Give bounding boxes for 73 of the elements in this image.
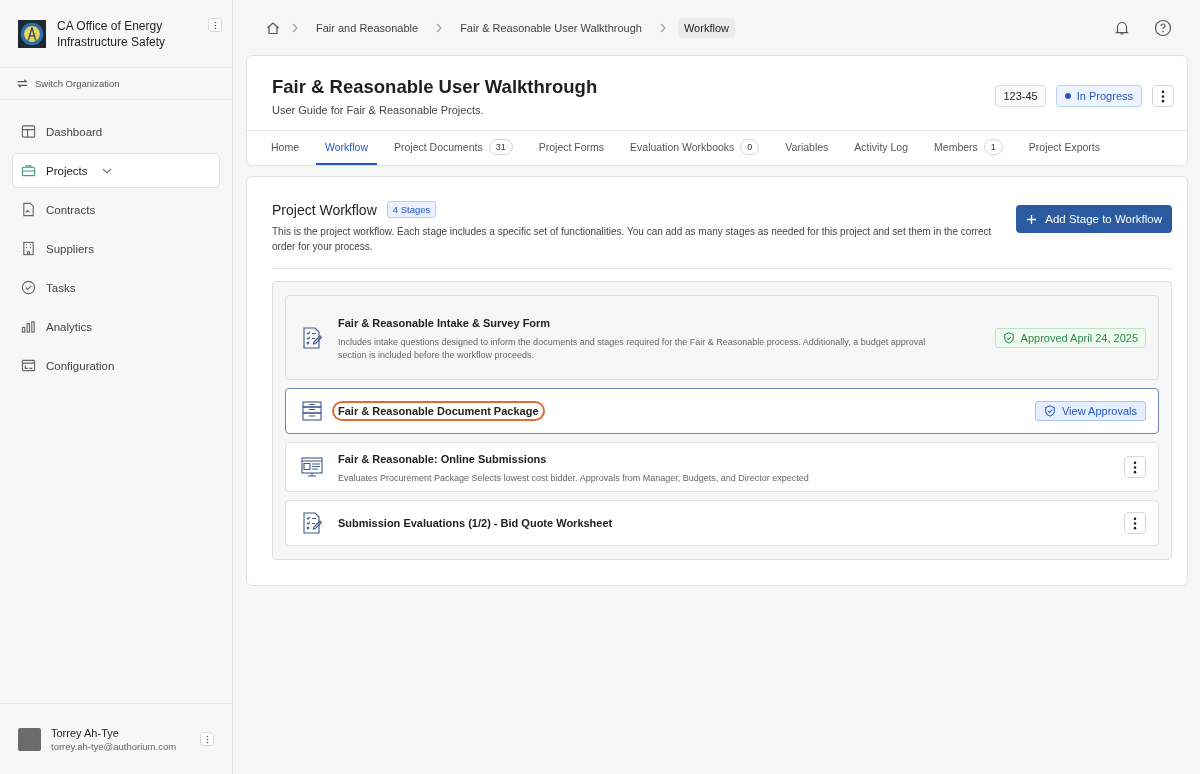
project-title: Fair & Reasonable User Walkthrough — [272, 76, 599, 98]
approved-badge: Approved April 24, 2025 — [994, 327, 1146, 348]
sidebar-nav-item[interactable]: Suppliers — [12, 231, 220, 266]
breadcrumb-link[interactable]: Fair and Reasonable — [310, 17, 425, 38]
tab[interactable]: Project Forms — [529, 131, 614, 165]
document-icon — [21, 202, 36, 217]
sidebar-nav-item[interactable]: Projects — [12, 153, 220, 188]
stage-description: Evaluates Procurement Package Selects lowest cost bidder. Approvals from Manager, Budgets, and Director expected — [338, 472, 809, 485]
check-circle-icon — [21, 280, 36, 295]
sidebar-nav-item[interactable]: Analytics — [12, 309, 220, 344]
chevron-right-icon — [292, 22, 298, 33]
status-dot — [1064, 93, 1071, 99]
tab[interactable]: Project Documents 31 — [385, 131, 522, 165]
sidebar-nav-item[interactable]: Dashboard — [12, 114, 220, 149]
tab[interactable]: Variables — [776, 131, 838, 165]
checklist-form-icon — [300, 511, 324, 535]
stage-count-badge: 4 Stages — [386, 201, 437, 218]
project-subtitle: User Guide for Fair & Reasonable Projects. — [272, 104, 485, 116]
help-icon[interactable] — [1154, 18, 1172, 37]
section-title: Project Workflow — [272, 201, 377, 218]
swap-arrows-icon — [16, 77, 29, 90]
stage-description: Includes intake questions designed to inform the documents and stages required for the Fair & Reasonable process. Additionally, a budget approval section is included before the workflow proceeds. — [338, 336, 927, 362]
workflow-description: This is the project workflow. Each stage includes a specific set of functionalities. You can add as many stages as needed for this project and set them in the correct order for your process. — [272, 225, 993, 254]
tab[interactable]: Project Exports — [1019, 131, 1110, 165]
tab[interactable]: Workflow — [316, 131, 377, 165]
stage-title: Submission Evaluations (1/2) - Bid Quote Worksheet — [337, 516, 614, 531]
project-number: 123-45 — [995, 85, 1046, 107]
chevron-right-icon — [436, 22, 443, 33]
workflow-stage-row[interactable]: Submission Evaluations (1/2) - Bid Quote Worksheet — [285, 500, 1159, 546]
building-icon — [21, 241, 36, 256]
switch-organization-button[interactable]: Switch Organization — [0, 68, 232, 100]
notification-bell-icon[interactable] — [1114, 19, 1130, 36]
stage-menu-button[interactable] — [1124, 456, 1146, 478]
drawer-cabinet-icon — [300, 399, 324, 423]
home-icon[interactable] — [266, 20, 280, 35]
tab[interactable]: Evaluation Workbooks 0 — [621, 131, 769, 165]
vertical-dots-icon — [1133, 460, 1137, 474]
briefcase-icon — [21, 163, 36, 178]
shield-check-icon — [1002, 331, 1015, 344]
workflow-stage-row[interactable] — [285, 295, 1159, 380]
user-photo-placeholder — [18, 727, 41, 751]
tab[interactable]: Members 1 — [925, 131, 1012, 165]
stage-title: Fair & Reasonable Document Package — [332, 401, 545, 421]
breadcrumb-link[interactable]: Fair & Reasonable User Walkthrough — [454, 17, 648, 38]
stage-title: Fair & Reasonable: Online Submissions — [337, 452, 548, 467]
user-email: torrey.ah-tye@authorium.com — [51, 740, 178, 752]
vertical-dots-icon — [1161, 89, 1165, 103]
user-name: Torrey Ah-Tye — [51, 726, 120, 739]
shield-check-icon — [1044, 405, 1056, 417]
sidebar-nav-item[interactable]: Tasks — [12, 270, 220, 305]
breadcrumb-link[interactable]: Workflow — [677, 17, 735, 38]
status-badge: In Progress — [1055, 85, 1142, 107]
view-approvals-button[interactable]: View Approvals — [1035, 401, 1146, 421]
plus-icon — [1026, 213, 1038, 225]
sidebar-nav-item[interactable]: Configuration — [12, 348, 220, 383]
stage-title: Fair & Reasonable Intake & Survey Form — [337, 316, 552, 331]
checklist-form-icon — [300, 325, 324, 350]
workflow-stage-row[interactable]: Fair & Reasonable: Online Submissions Evaluates Procurement Package Selects lowest cost bidder. Approvals from Manager, Budgets, and Director expected — [285, 442, 1159, 492]
organization-seal-logo — [18, 19, 46, 48]
sidebar-nav-item[interactable]: Contracts — [12, 192, 220, 227]
chevron-right-icon — [659, 22, 666, 33]
bar-chart-icon — [21, 319, 36, 334]
vertical-dots-icon — [1133, 516, 1137, 530]
stage-menu-button[interactable] — [1124, 512, 1146, 534]
more-options-button[interactable] — [1152, 85, 1174, 107]
window-icon — [21, 358, 36, 373]
tab[interactable]: Home — [262, 131, 308, 165]
organization-name: CA Office of Energy Infrastructure Safety — [57, 17, 167, 50]
workflow-stage-row[interactable]: Fair & Reasonable Document Package View Approvals — [285, 388, 1159, 434]
add-stage-button[interactable]: Add Stage to Workflow — [1016, 205, 1172, 233]
web-page-icon — [300, 455, 324, 479]
layout-icon — [21, 124, 36, 139]
tab[interactable]: Activity Log — [845, 131, 918, 165]
